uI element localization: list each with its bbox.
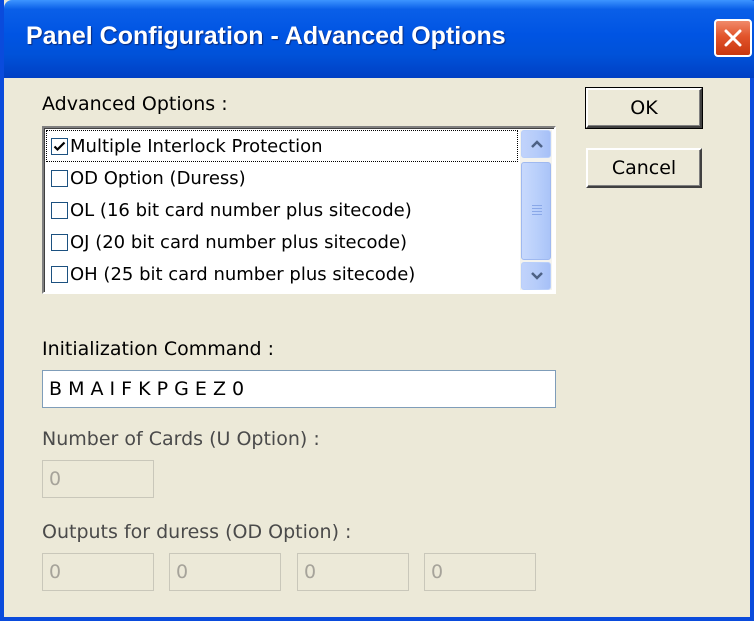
- window-title: Panel Configuration - Advanced Options: [26, 22, 506, 50]
- chevron-up-icon: [531, 140, 543, 148]
- duress-output-2[interactable]: 0: [169, 553, 281, 591]
- scroll-thumb[interactable]: [521, 162, 551, 260]
- advanced-options-label: Advanced Options :: [42, 93, 228, 115]
- init-command-input[interactable]: B M A I F K P G E Z 0: [42, 370, 556, 408]
- list-item[interactable]: OD Option (Duress): [46, 162, 518, 194]
- option-label: OL (16 bit card number plus sitecode): [70, 199, 412, 221]
- duress-label: Outputs for duress (OD Option) :: [42, 521, 352, 543]
- scroll-up-button[interactable]: [521, 130, 551, 158]
- cancel-button[interactable]: Cancel: [586, 148, 702, 188]
- close-button[interactable]: [714, 19, 752, 57]
- list-item[interactable]: Multiple Interlock Protection: [46, 130, 518, 162]
- list-item[interactable]: OJ (20 bit card number plus sitecode): [46, 226, 518, 258]
- checkbox[interactable]: [51, 265, 68, 283]
- dialog-window: Panel Configuration - Advanced Options A…: [0, 0, 754, 621]
- ok-button[interactable]: OK: [585, 87, 703, 129]
- option-label: Multiple Interlock Protection: [70, 135, 323, 157]
- duress-output-4[interactable]: 0: [424, 553, 536, 591]
- cards-input[interactable]: 0: [42, 460, 154, 498]
- checkbox[interactable]: [51, 169, 68, 187]
- cards-label: Number of Cards (U Option) :: [42, 428, 320, 450]
- checkbox[interactable]: [51, 233, 68, 251]
- option-label: OH (25 bit card number plus sitecode): [70, 263, 416, 285]
- list-item[interactable]: OH (25 bit card number plus sitecode): [46, 258, 518, 290]
- scroll-down-button[interactable]: [521, 262, 551, 290]
- checkbox[interactable]: [51, 201, 68, 219]
- checkmark-icon: [53, 141, 66, 151]
- init-command-label: Initialization Command :: [42, 338, 274, 360]
- advanced-options-list[interactable]: Multiple Interlock Protection OD Option …: [42, 126, 556, 294]
- option-label: OD Option (Duress): [70, 167, 246, 189]
- duress-output-1[interactable]: 0: [42, 553, 154, 591]
- duress-output-3[interactable]: 0: [297, 553, 409, 591]
- vertical-scrollbar[interactable]: [520, 130, 552, 290]
- list-item[interactable]: OL (16 bit card number plus sitecode): [46, 194, 518, 226]
- title-bar[interactable]: Panel Configuration - Advanced Options: [4, 0, 754, 78]
- option-label: OJ (20 bit card number plus sitecode): [70, 231, 408, 253]
- checkbox-checked[interactable]: [51, 137, 68, 155]
- chevron-down-icon: [531, 272, 543, 280]
